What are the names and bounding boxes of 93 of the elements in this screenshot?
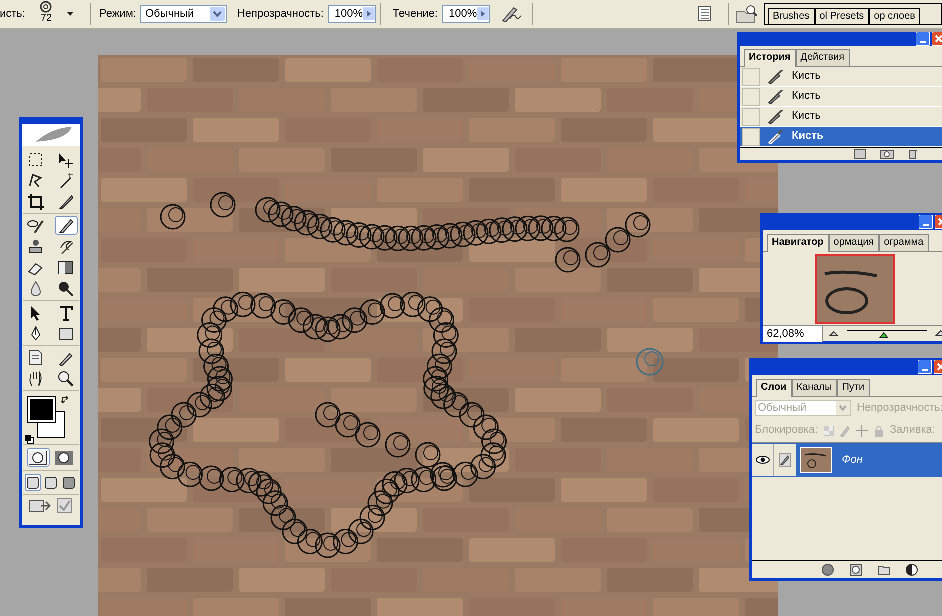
palette-tab[interactable]: ор слоев [869,8,920,24]
tool-icon [27,150,45,168]
tool-icon [57,150,75,168]
tool-icon [57,192,75,210]
close-icon[interactable] [932,32,942,46]
brush-label: исть: [0,6,26,22]
history-source-checkbox[interactable] [742,68,760,86]
layer-style-icon[interactable] [822,564,834,576]
layer-row[interactable]: Фон [752,443,942,477]
layer-name[interactable]: Фон [842,452,863,468]
document-list-icon[interactable] [698,6,712,22]
tool-icon [57,304,75,322]
mode-dropdown[interactable]: Обычный [140,5,228,23]
folder-search-icon[interactable] [736,4,758,24]
panel-tab[interactable]: Действия [796,49,850,66]
brush-icon [768,90,784,104]
history-item[interactable]: Кисть [740,67,942,87]
history-source-checkbox[interactable] [742,128,760,146]
panel-tab[interactable]: ормация [828,234,880,251]
history-source-checkbox[interactable] [742,88,760,106]
minimize-icon[interactable] [916,32,930,46]
history-source-checkbox[interactable] [742,108,760,126]
new-document-icon[interactable] [854,149,866,159]
quick-mask-icon [55,450,73,464]
screen-mode-button[interactable] [25,474,41,491]
history-item[interactable]: Кисть [740,107,942,127]
panel-tab[interactable]: Каналы [792,379,838,396]
caret-icon[interactable] [67,12,74,16]
brush-preset-picker[interactable]: 72 [33,1,60,27]
tool-icon [57,258,75,276]
flow-label: Течение: [392,6,438,22]
tool-icon [57,280,75,298]
tool-icon [57,216,75,234]
lock-label: Блокировка: [755,423,818,438]
brush-icon [779,453,791,467]
folder-icon[interactable] [878,564,890,574]
palette-tab[interactable]: ol Presets [814,8,870,24]
standard-mode-icon [29,450,47,464]
camera-icon[interactable] [880,149,894,159]
zoom-out-icon[interactable] [829,330,839,336]
window-icon [27,476,39,488]
history-item[interactable]: Кисть [740,127,942,147]
jump-to-icon[interactable] [29,498,51,514]
window-icon [45,476,57,488]
opacity-field[interactable]: 100% [328,5,376,23]
arrow-right-icon[interactable] [477,7,489,21]
tool-icon [57,370,75,388]
trash-icon[interactable] [908,148,918,160]
panel-tab[interactable]: Слои [756,379,792,397]
airbrush-icon[interactable] [500,5,522,23]
tool-icon [27,370,45,388]
zoom-slider[interactable] [847,328,927,340]
mode-label: Режим: [99,6,136,22]
panel-tab[interactable]: История [744,49,796,67]
mode-button[interactable] [26,448,50,467]
slider-thumb[interactable] [878,332,888,338]
opacity-label: Непрозрачность: [237,6,324,22]
visibility-toggle[interactable] [752,444,774,476]
eye-icon [756,456,770,464]
palette-tab[interactable]: Brushes [768,8,815,24]
brush-icon [768,110,784,124]
tool-icon [27,192,45,210]
brush-size: 72 [40,13,52,24]
check-icon[interactable] [57,498,73,514]
panel-tab[interactable]: Пути [837,379,870,396]
zoom-field[interactable]: 62,08% [763,326,823,342]
arrow-right-icon[interactable] [363,7,375,21]
adjustment-layer-icon[interactable] [906,564,918,576]
screen-mode-button[interactable] [61,474,77,491]
swap-colors-icon[interactable] [61,396,70,405]
layer-thumbnail [800,447,832,473]
default-colors-icon[interactable] [25,435,34,444]
minimize-icon[interactable] [919,214,933,228]
layer-mask-icon[interactable] [850,564,862,576]
tool-icon [27,172,45,190]
panel-tab[interactable]: ограмма [879,234,929,251]
flow-field[interactable]: 100% [442,5,490,23]
color-swatches[interactable] [27,396,65,438]
brush-tip-icon [39,1,54,13]
history-item[interactable]: Кисть [740,87,942,107]
opacity-label: Непрозрачность: [857,400,942,416]
minimize-icon[interactable] [918,360,932,374]
tool-icon [27,348,45,366]
fill-label: Заливка: [890,423,936,438]
brush-icon [768,70,784,84]
mode-button[interactable] [52,448,76,467]
window-icon [63,476,75,488]
tool-button[interactable] [54,216,78,235]
brush-icon [768,130,784,144]
tool-icon [27,238,45,256]
feather-logo-icon [22,124,80,146]
screen-mode-button[interactable] [43,474,59,491]
panel-tab[interactable]: Навигатор [767,234,829,252]
